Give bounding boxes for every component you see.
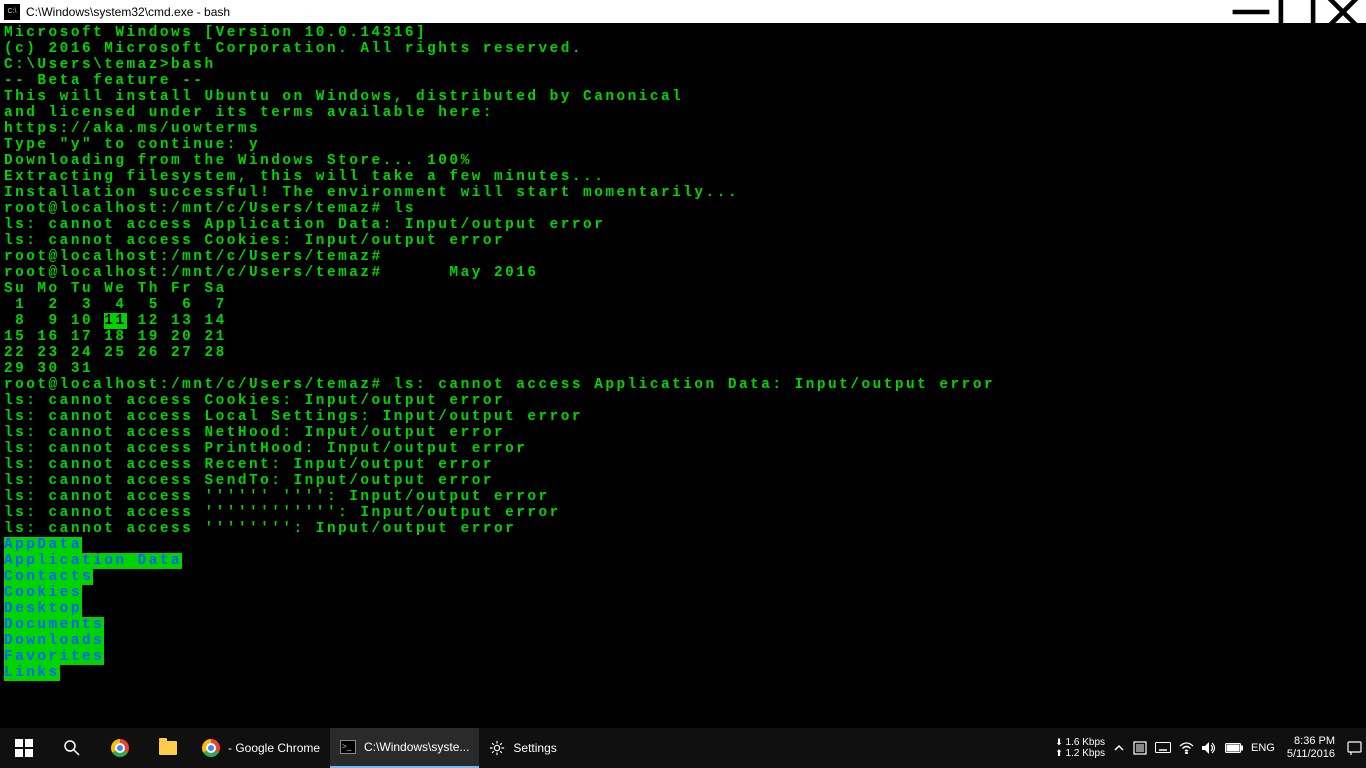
explorer-pinned-icon[interactable] — [144, 728, 192, 768]
folder-icon — [159, 741, 177, 755]
tray-language[interactable]: ENG — [1247, 728, 1279, 768]
clock-date: 5/11/2016 — [1287, 748, 1335, 761]
close-button[interactable] — [1320, 0, 1366, 23]
net-down: 1.6 Kbps — [1066, 737, 1105, 748]
start-button[interactable] — [0, 728, 48, 768]
tray-notifications-icon[interactable] — [1343, 728, 1366, 768]
network-speed[interactable]: ⬇ 1.6 Kbps ⬆ 1.2 Kbps — [1051, 728, 1109, 768]
taskbar-app-chrome[interactable]: - Google Chrome — [192, 728, 330, 768]
terminal-output[interactable]: Microsoft Windows [Version 10.0.14316](c… — [0, 23, 1366, 728]
tray-volume-icon[interactable] — [1198, 728, 1221, 768]
cmd-small-icon: >_ — [340, 740, 356, 754]
taskbar-app-settings[interactable]: Settings — [479, 728, 566, 768]
taskbar-app-cmd[interactable]: >_ C:\Windows\syste... — [330, 728, 479, 768]
maximize-button[interactable] — [1274, 0, 1320, 23]
tray-app-icon[interactable] — [1129, 728, 1151, 768]
taskbar-app-label: - Google Chrome — [228, 741, 320, 755]
taskbar-app-label: Settings — [513, 741, 556, 755]
taskbar-app-label: C:\Windows\syste... — [364, 740, 469, 754]
minimize-button[interactable] — [1228, 0, 1274, 23]
window-titlebar: C:\ C:\Windows\system32\cmd.exe - bash — [0, 0, 1366, 23]
gear-icon — [489, 740, 505, 756]
tray-battery-icon[interactable] — [1221, 728, 1247, 768]
taskbar: - Google Chrome >_ C:\Windows\syste... S… — [0, 728, 1366, 768]
tray-keyboard-icon[interactable] — [1151, 728, 1175, 768]
cmd-icon: C:\ — [4, 4, 20, 20]
window-title: C:\Windows\system32\cmd.exe - bash — [26, 5, 230, 19]
search-button[interactable] — [48, 728, 96, 768]
tray-clock[interactable]: 8:36 PM 5/11/2016 — [1279, 728, 1343, 768]
net-up: 1.2 Kbps — [1066, 748, 1105, 759]
system-tray: ⬇ 1.6 Kbps ⬆ 1.2 Kbps ENG 8:36 PM 5/11/2… — [1051, 728, 1366, 768]
chrome-icon — [202, 739, 220, 757]
tray-chevron-icon[interactable] — [1109, 728, 1129, 768]
tray-wifi-icon[interactable] — [1175, 728, 1198, 768]
chrome-pinned-icon[interactable] — [96, 728, 144, 768]
clock-time: 8:36 PM — [1287, 735, 1335, 748]
